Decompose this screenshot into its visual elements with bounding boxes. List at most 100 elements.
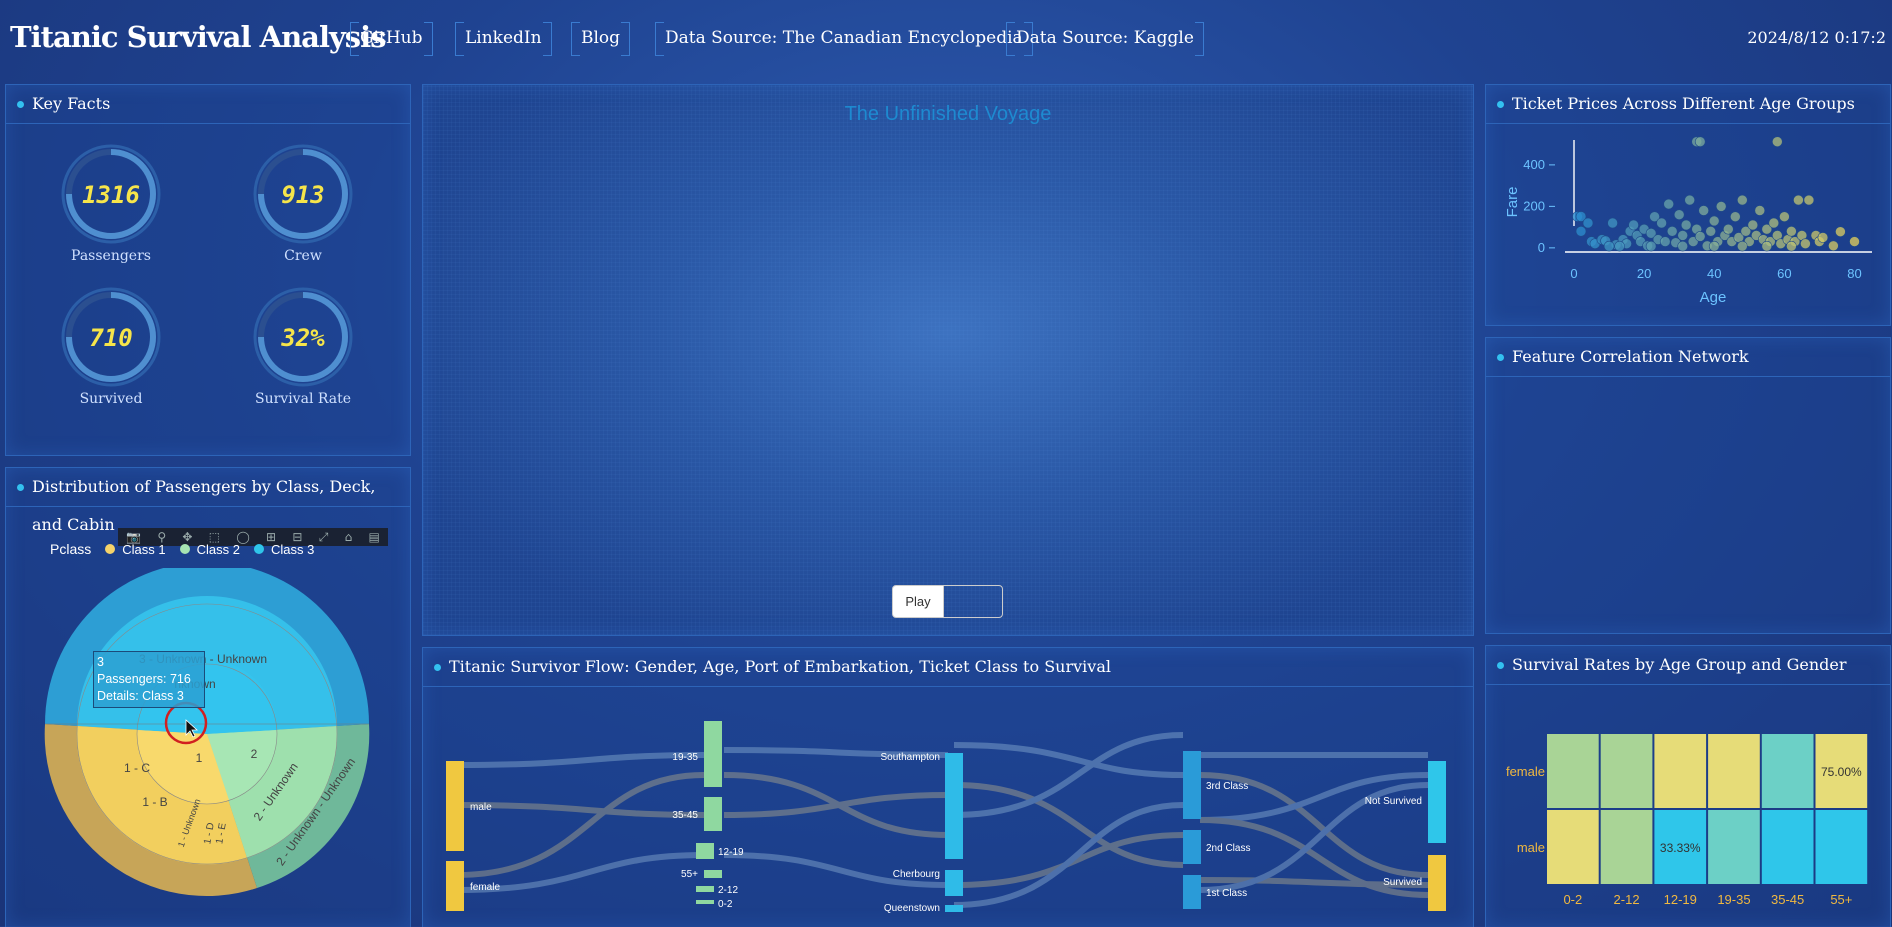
nav-source-kaggle[interactable]: Data Source: Kaggle xyxy=(1006,22,1204,56)
sankey-node-2-12[interactable] xyxy=(696,886,714,892)
y-tick-label: 0 xyxy=(1538,240,1545,255)
heatmap-cell[interactable] xyxy=(1761,734,1814,808)
sankey-node-southampton[interactable] xyxy=(945,753,963,859)
scatter-point[interactable] xyxy=(1817,232,1829,243)
sankey-node-12-19[interactable] xyxy=(696,843,714,859)
scatter-point[interactable] xyxy=(1803,194,1815,206)
sankey-node-female[interactable] xyxy=(446,861,464,911)
autoscale-icon[interactable]: ⤢ xyxy=(319,530,329,545)
scatter-point[interactable] xyxy=(1694,136,1706,147)
panel-title: Key Facts xyxy=(6,85,410,124)
sankey-node-55plus[interactable] xyxy=(704,870,722,878)
heatmap-cell[interactable] xyxy=(1600,810,1653,884)
scatter-point[interactable] xyxy=(1705,226,1716,237)
gauge-ring: 710 xyxy=(61,287,161,387)
scatter-point[interactable] xyxy=(1786,240,1797,252)
scatter-point[interactable] xyxy=(1659,236,1671,247)
pause-button[interactable] xyxy=(943,585,1003,618)
legend-item-class-1[interactable]: Class 1 xyxy=(105,542,166,557)
heatmap-col-label: 55+ xyxy=(1830,892,1852,907)
plotly-logo-icon[interactable]: ▤ xyxy=(368,530,379,544)
sankey-node-queenstown[interactable] xyxy=(945,905,963,912)
legend-item-class-3[interactable]: Class 3 xyxy=(253,542,314,557)
panel-title: Titanic Survivor Flow: Gender, Age, Port… xyxy=(423,648,1473,687)
scatter-point[interactable] xyxy=(1666,226,1678,237)
scatter-point[interactable] xyxy=(1715,201,1727,212)
scatter-point[interactable] xyxy=(1680,219,1692,231)
sankey-node-not-survived[interactable] xyxy=(1428,761,1446,843)
scatter-point[interactable] xyxy=(1768,217,1780,229)
heatmap-cell[interactable] xyxy=(1547,734,1599,808)
panel-title: Survival Rates by Age Group and Gender xyxy=(1486,646,1890,685)
sankey-label: 55+ xyxy=(681,869,698,880)
network-panel: Feature Correlation Network xyxy=(1485,337,1891,634)
scatter-point[interactable] xyxy=(1849,236,1860,247)
heatmap-chart: female male 0-2 2-12 12-19 19-35 35-45 55+ 75.00… xyxy=(1506,734,1868,907)
scatter-point[interactable] xyxy=(1828,240,1839,252)
scatter-point[interactable] xyxy=(1575,226,1587,237)
bullet-icon xyxy=(434,664,441,671)
nav-github[interactable]: GitHub xyxy=(350,22,433,56)
heatmap-cell[interactable] xyxy=(1708,734,1760,808)
scatter-point[interactable] xyxy=(1582,217,1594,229)
scatter-point[interactable] xyxy=(1645,240,1657,252)
scatter-point[interactable] xyxy=(1708,215,1720,227)
scatter-point[interactable] xyxy=(1708,240,1720,252)
sankey-node-0-2[interactable] xyxy=(696,900,714,904)
scatter-point[interactable] xyxy=(1673,209,1685,220)
scatter-point[interactable] xyxy=(1614,240,1625,252)
heatmap-cell[interactable] xyxy=(1547,810,1599,884)
scatter-point[interactable] xyxy=(1656,217,1667,229)
nav-blog[interactable]: Blog xyxy=(571,22,631,56)
scatter-point[interactable] xyxy=(1779,211,1790,222)
heatmap-cell[interactable] xyxy=(1600,734,1653,808)
scatter-point[interactable] xyxy=(1603,240,1615,252)
sankey-label: 2nd Class xyxy=(1206,843,1250,854)
scatter-point[interactable] xyxy=(1677,240,1688,252)
scatter-point[interactable] xyxy=(1771,136,1783,147)
scatter-point[interactable] xyxy=(1698,205,1709,216)
heatmap-cell[interactable] xyxy=(1761,810,1814,884)
play-button[interactable]: Play xyxy=(892,585,944,618)
sunburst-label: 1 - C xyxy=(124,761,150,775)
home-icon[interactable]: ⌂ xyxy=(345,530,353,544)
bullet-icon xyxy=(17,101,24,108)
heatmap-col-label: 0-2 xyxy=(1563,892,1582,907)
scatter-point[interactable] xyxy=(1694,231,1706,242)
scatter-point[interactable] xyxy=(1747,219,1759,231)
scatter-point[interactable] xyxy=(1663,198,1674,210)
scatter-point[interactable] xyxy=(1684,194,1695,206)
gauge-passengers: 1316 Passengers xyxy=(56,142,166,272)
sankey-node-male[interactable] xyxy=(446,761,464,851)
scatter-point[interactable] xyxy=(1793,194,1804,206)
scatter-point[interactable] xyxy=(1800,238,1811,249)
sankey-node-19-35[interactable] xyxy=(704,721,722,787)
sankey-node-35-45[interactable] xyxy=(704,797,722,831)
nav-source-canadian-encyclopedia[interactable]: Data Source: The Canadian Encyclopedia xyxy=(655,22,1033,56)
legend-item-class-2[interactable]: Class 2 xyxy=(179,542,240,557)
scatter-point[interactable] xyxy=(1736,240,1748,252)
scatter-point[interactable] xyxy=(1730,211,1741,222)
scatter-point[interactable] xyxy=(1761,240,1773,252)
sankey-node-2nd-class[interactable] xyxy=(1183,830,1201,864)
sankey-node-survived[interactable] xyxy=(1428,855,1446,911)
scatter-point[interactable] xyxy=(1607,217,1618,229)
scatter-point[interactable] xyxy=(1628,219,1639,231)
sankey-node-3rd-class[interactable] xyxy=(1183,751,1201,819)
scatter-point[interactable] xyxy=(1754,205,1766,216)
gauge-label: Passengers xyxy=(71,248,151,264)
scatter-point[interactable] xyxy=(1677,230,1688,241)
gauge-value: 913 xyxy=(281,181,324,209)
sunburst-label: 1 xyxy=(196,751,203,765)
nav-linkedin[interactable]: LinkedIn xyxy=(455,22,552,56)
heatmap-cell[interactable] xyxy=(1654,734,1707,808)
gauge-label: Survived xyxy=(79,391,143,407)
scatter-point[interactable] xyxy=(1835,226,1846,237)
scatter-point[interactable] xyxy=(1786,226,1797,237)
sankey-node-cherbourg[interactable] xyxy=(945,870,963,896)
scatter-point[interactable] xyxy=(1736,194,1748,206)
sankey-node-1st-class[interactable] xyxy=(1183,875,1201,909)
scatter-point[interactable] xyxy=(1723,223,1734,235)
heatmap-cell[interactable] xyxy=(1815,810,1868,884)
heatmap-cell[interactable] xyxy=(1708,810,1760,884)
